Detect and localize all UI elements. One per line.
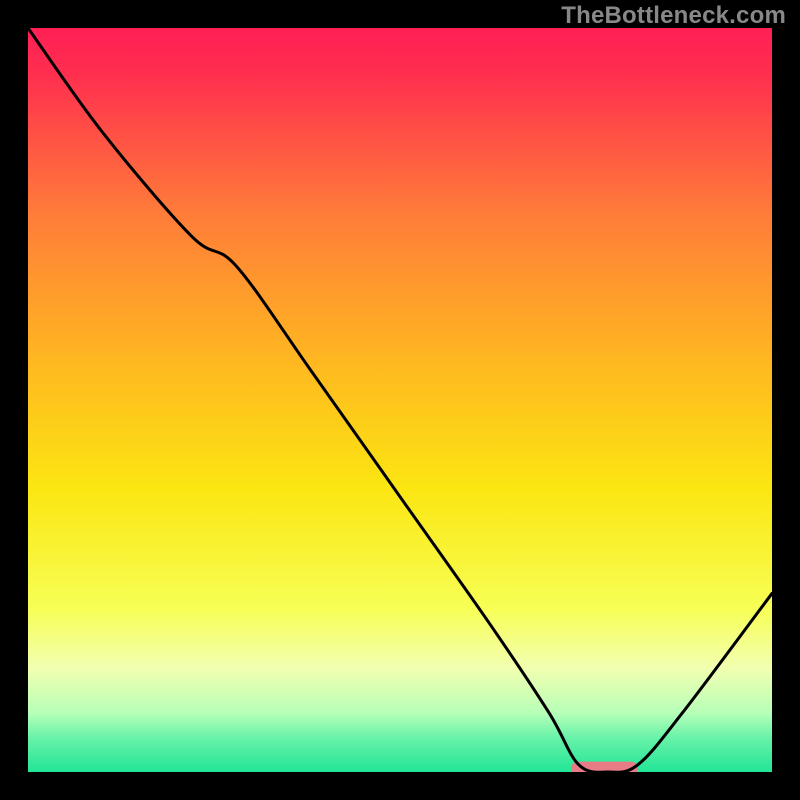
chart-background [28,28,772,772]
chart-plot-area [28,28,772,772]
outer-frame: TheBottleneck.com [0,0,800,800]
watermark-text: TheBottleneck.com [561,2,786,30]
